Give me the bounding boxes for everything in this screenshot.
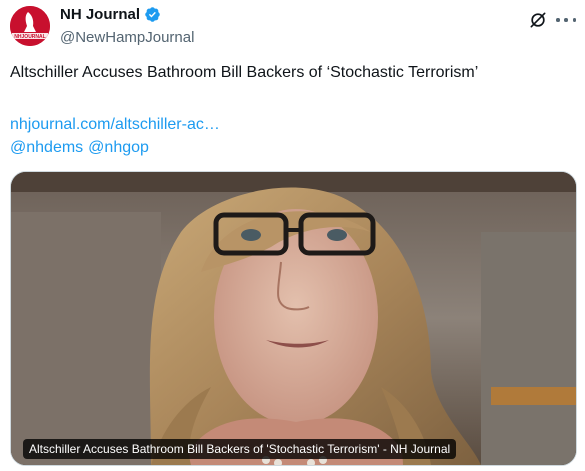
grok-icon[interactable]: [528, 10, 548, 30]
nh-journal-logo: NHJOURNAL: [10, 6, 50, 46]
account-handle[interactable]: @NewHampJournal: [60, 29, 194, 46]
mention-nhdems[interactable]: @nhdems: [10, 139, 83, 157]
link-preview-card[interactable]: Altschiller Accuses Bathroom Bill Backer…: [10, 171, 577, 466]
account-name-row: NH Journal: [60, 6, 161, 23]
article-thumbnail-image: [11, 172, 576, 465]
card-caption: Altschiller Accuses Bathroom Bill Backer…: [23, 439, 457, 459]
mention-nhgop[interactable]: @nhgop: [88, 139, 149, 157]
more-options-icon[interactable]: [556, 12, 576, 28]
display-name[interactable]: NH Journal: [60, 6, 140, 23]
verified-badge-icon: [145, 7, 160, 22]
avatar[interactable]: NHJOURNAL: [10, 6, 50, 46]
mentions: @nhdems @nhgop: [10, 139, 149, 157]
svg-text:NHJOURNAL: NHJOURNAL: [14, 34, 45, 40]
article-link[interactable]: nhjournal.com/altschiller-ac…: [10, 116, 220, 134]
tweet-text: Altschiller Accuses Bathroom Bill Backer…: [10, 64, 479, 81]
